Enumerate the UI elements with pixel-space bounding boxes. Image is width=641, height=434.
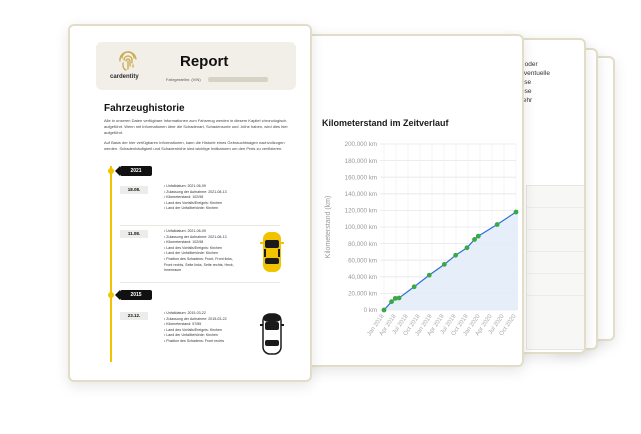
y-tick-label: 200,000 km <box>345 141 377 148</box>
fingerprint-icon <box>119 51 137 71</box>
vin-label: Fahrgestellnr. (VIN) <box>166 77 201 82</box>
list-item: Land der Unfallbehörde: Kirchen <box>164 206 227 212</box>
table-row <box>527 230 584 252</box>
mileage-chart: 0 km 20,000 km 40,000 km 60,000 km 80,000 km… <box>325 141 519 337</box>
data-point <box>453 252 459 258</box>
y-tick-label: 180,000 km <box>345 158 377 165</box>
entry-date: 23.12. <box>120 312 148 320</box>
intro-paragraph: Alle in unseren Daten verfügbare Informa… <box>104 118 288 135</box>
data-point <box>396 295 402 301</box>
table-row <box>527 274 584 296</box>
report-title: Report <box>180 53 229 70</box>
data-point <box>389 299 394 305</box>
y-tick-label: 140,000 km <box>345 191 377 198</box>
entry-date: 11.08. <box>120 230 148 238</box>
report-header: cardentity Report Fahrgestellnr. (VIN) <box>96 42 296 90</box>
data-point <box>513 209 519 215</box>
entry-details: Unfalldatum: 2015-03-22 Zulassung der Au… <box>164 311 227 345</box>
table-row <box>527 208 584 230</box>
table-panel <box>526 185 584 350</box>
y-tick-label: 160,000 km <box>345 174 377 181</box>
intro-paragraph: Auf Basis der hier verfügbaren Informati… <box>104 140 285 151</box>
brand-logo-text: cardentity <box>110 74 139 80</box>
entry-divider <box>120 282 280 283</box>
data-point <box>472 237 477 242</box>
timeline-dot <box>108 292 114 298</box>
data-point <box>441 261 447 267</box>
data-point <box>426 272 432 278</box>
list-item: Position des Schadens: Front, Front link… <box>164 257 234 274</box>
data-point <box>475 233 481 239</box>
section-title: Fahrzeughistorie <box>104 103 185 114</box>
y-tick-label: 120,000 km <box>345 208 377 215</box>
entry-details: Unfalldatum: 2021-06-09 Zulassung der Au… <box>164 184 227 212</box>
year-badge: 2021 <box>115 166 152 176</box>
timeline-line <box>110 166 112 362</box>
data-point <box>411 284 417 290</box>
entry-divider <box>120 225 280 226</box>
y-tick-label: 100,000 km <box>345 224 377 231</box>
y-tick-label: 40,000 km <box>348 274 377 281</box>
timeline-dot <box>108 168 114 174</box>
y-tick-label: 80,000 km <box>348 241 377 248</box>
report-page-main: cardentity Report Fahrgestellnr. (VIN) F… <box>68 24 312 382</box>
y-tick-label: 0 km <box>364 307 377 314</box>
entry-details: Unfalldatum: 2021-06-09 Zulassung der Au… <box>164 229 234 274</box>
data-point <box>494 222 500 227</box>
table-row <box>527 186 584 208</box>
car-damage-yellow-icon <box>260 232 284 272</box>
year-badge: 2015 <box>115 290 152 300</box>
data-point <box>464 245 470 251</box>
y-axis-label: Kilometerstand (km) <box>325 196 332 259</box>
table-row <box>527 252 584 274</box>
y-tick-label: 60,000 km <box>348 257 377 264</box>
data-point <box>381 307 387 313</box>
y-tick-label: 20,000 km <box>348 291 377 298</box>
list-item: Position des Schadens: Front rechts <box>164 339 227 345</box>
intro-text: Alle in unseren Daten verfügbare Informa… <box>104 118 290 156</box>
car-damage-black-icon <box>260 313 284 355</box>
entry-date: 18.08. <box>120 186 148 194</box>
vin-redacted-bar <box>208 77 268 82</box>
report-page-chart: Kilometerstand im Zeitverlauf 0 km 20,000… <box>300 34 524 367</box>
